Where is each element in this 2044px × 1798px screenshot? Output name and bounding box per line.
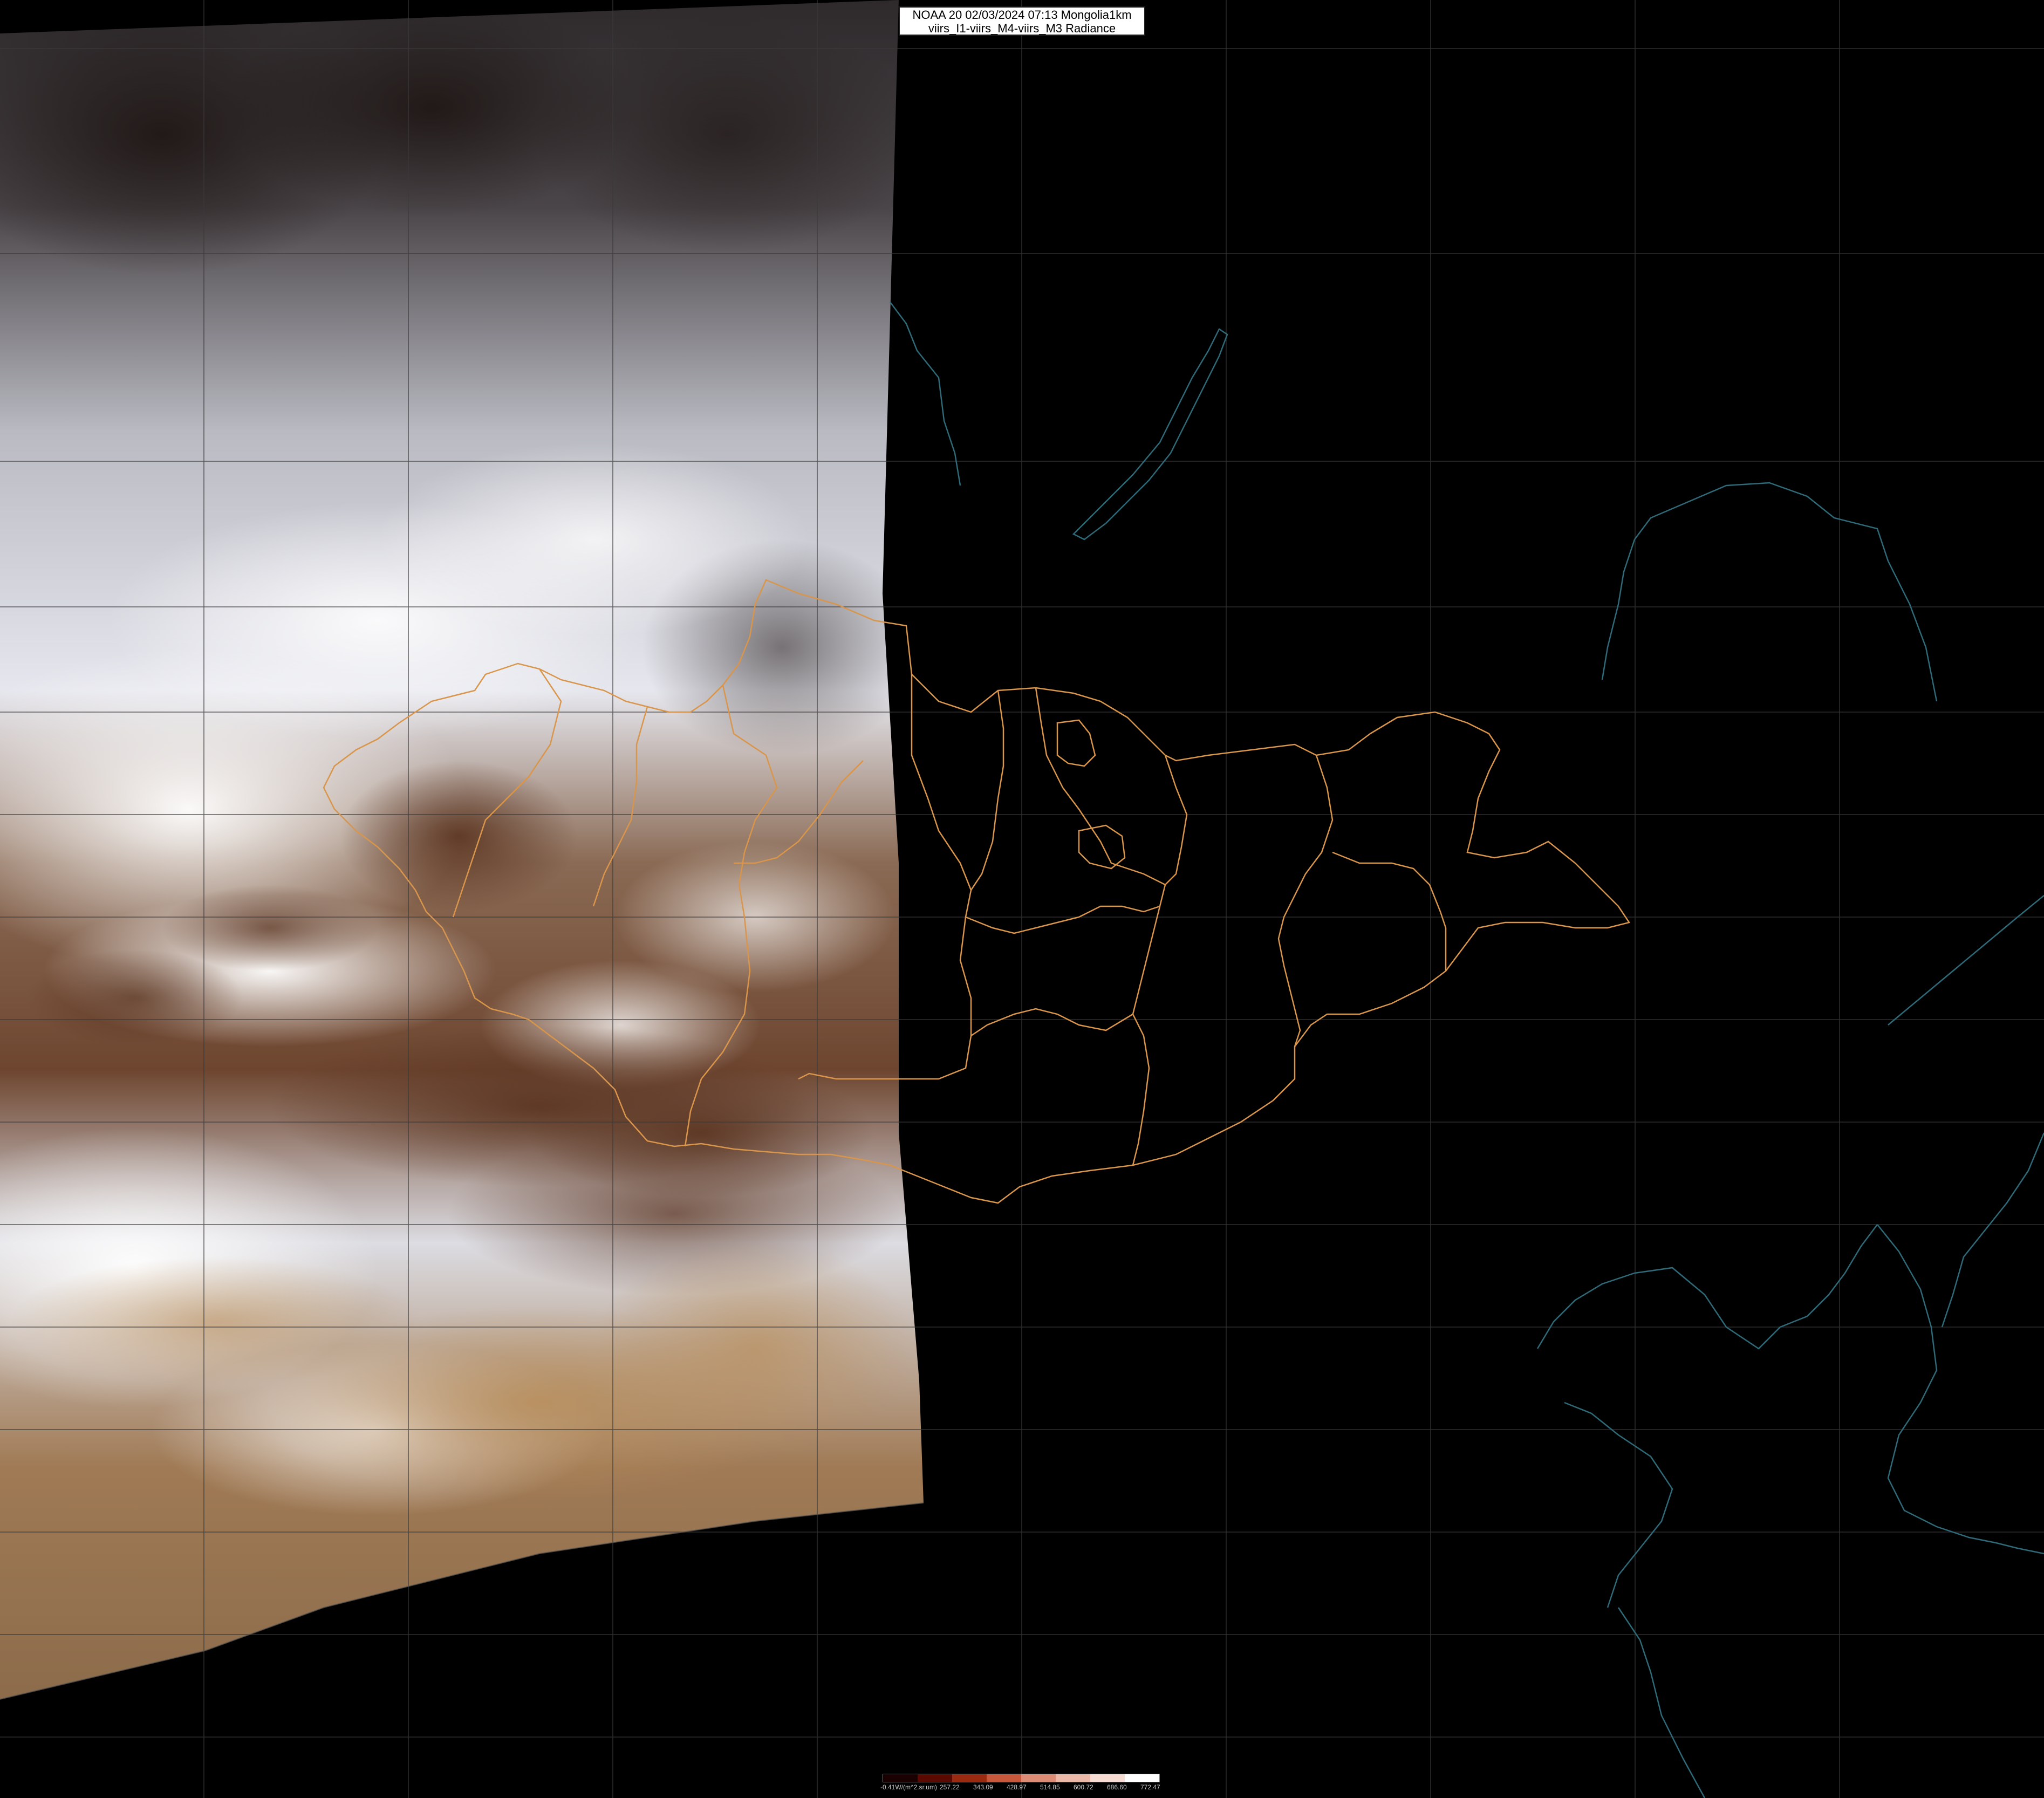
legend-label: 514.85 (1040, 1783, 1060, 1791)
legend-label: 343.09 (973, 1783, 993, 1791)
legend-swatch (987, 1774, 1021, 1782)
satellite-map (0, 0, 2044, 1798)
legend-swatch (1021, 1774, 1056, 1782)
title-line-1: NOAA 20 02/03/2024 07:13 Mongolia1km (912, 8, 1132, 22)
legend-label: 428.97 (1007, 1783, 1027, 1791)
legend-swatch (1125, 1774, 1159, 1782)
legend-label: 257.22 (940, 1783, 960, 1791)
radiance-legend: -0.41W/(m^2.sr.um) 257.22 343.09 428.97 514.… (880, 1772, 1161, 1795)
legend-swatch (1056, 1774, 1090, 1782)
satellite-swath (0, 0, 924, 1699)
legend-label: 772.47 (1140, 1783, 1160, 1791)
title-line-2: viirs_I1-viirs_M4-viirs_M3 Radiance (928, 22, 1116, 35)
legend-label: -0.41W/(m^2.sr.um) (880, 1783, 937, 1791)
legend-swatch (952, 1774, 987, 1782)
legend-labels: -0.41W/(m^2.sr.um) 257.22 343.09 428.97 514.… (880, 1783, 1161, 1793)
legend-label: 686.60 (1107, 1783, 1127, 1791)
legend-label: 600.72 (1074, 1783, 1093, 1791)
legend-swatch (883, 1774, 918, 1782)
legend-swatch (918, 1774, 952, 1782)
legend-swatch (1090, 1774, 1125, 1782)
legend-colorbar (883, 1774, 1160, 1782)
image-title: NOAA 20 02/03/2024 07:13 Mongolia1km vii… (899, 6, 1145, 36)
